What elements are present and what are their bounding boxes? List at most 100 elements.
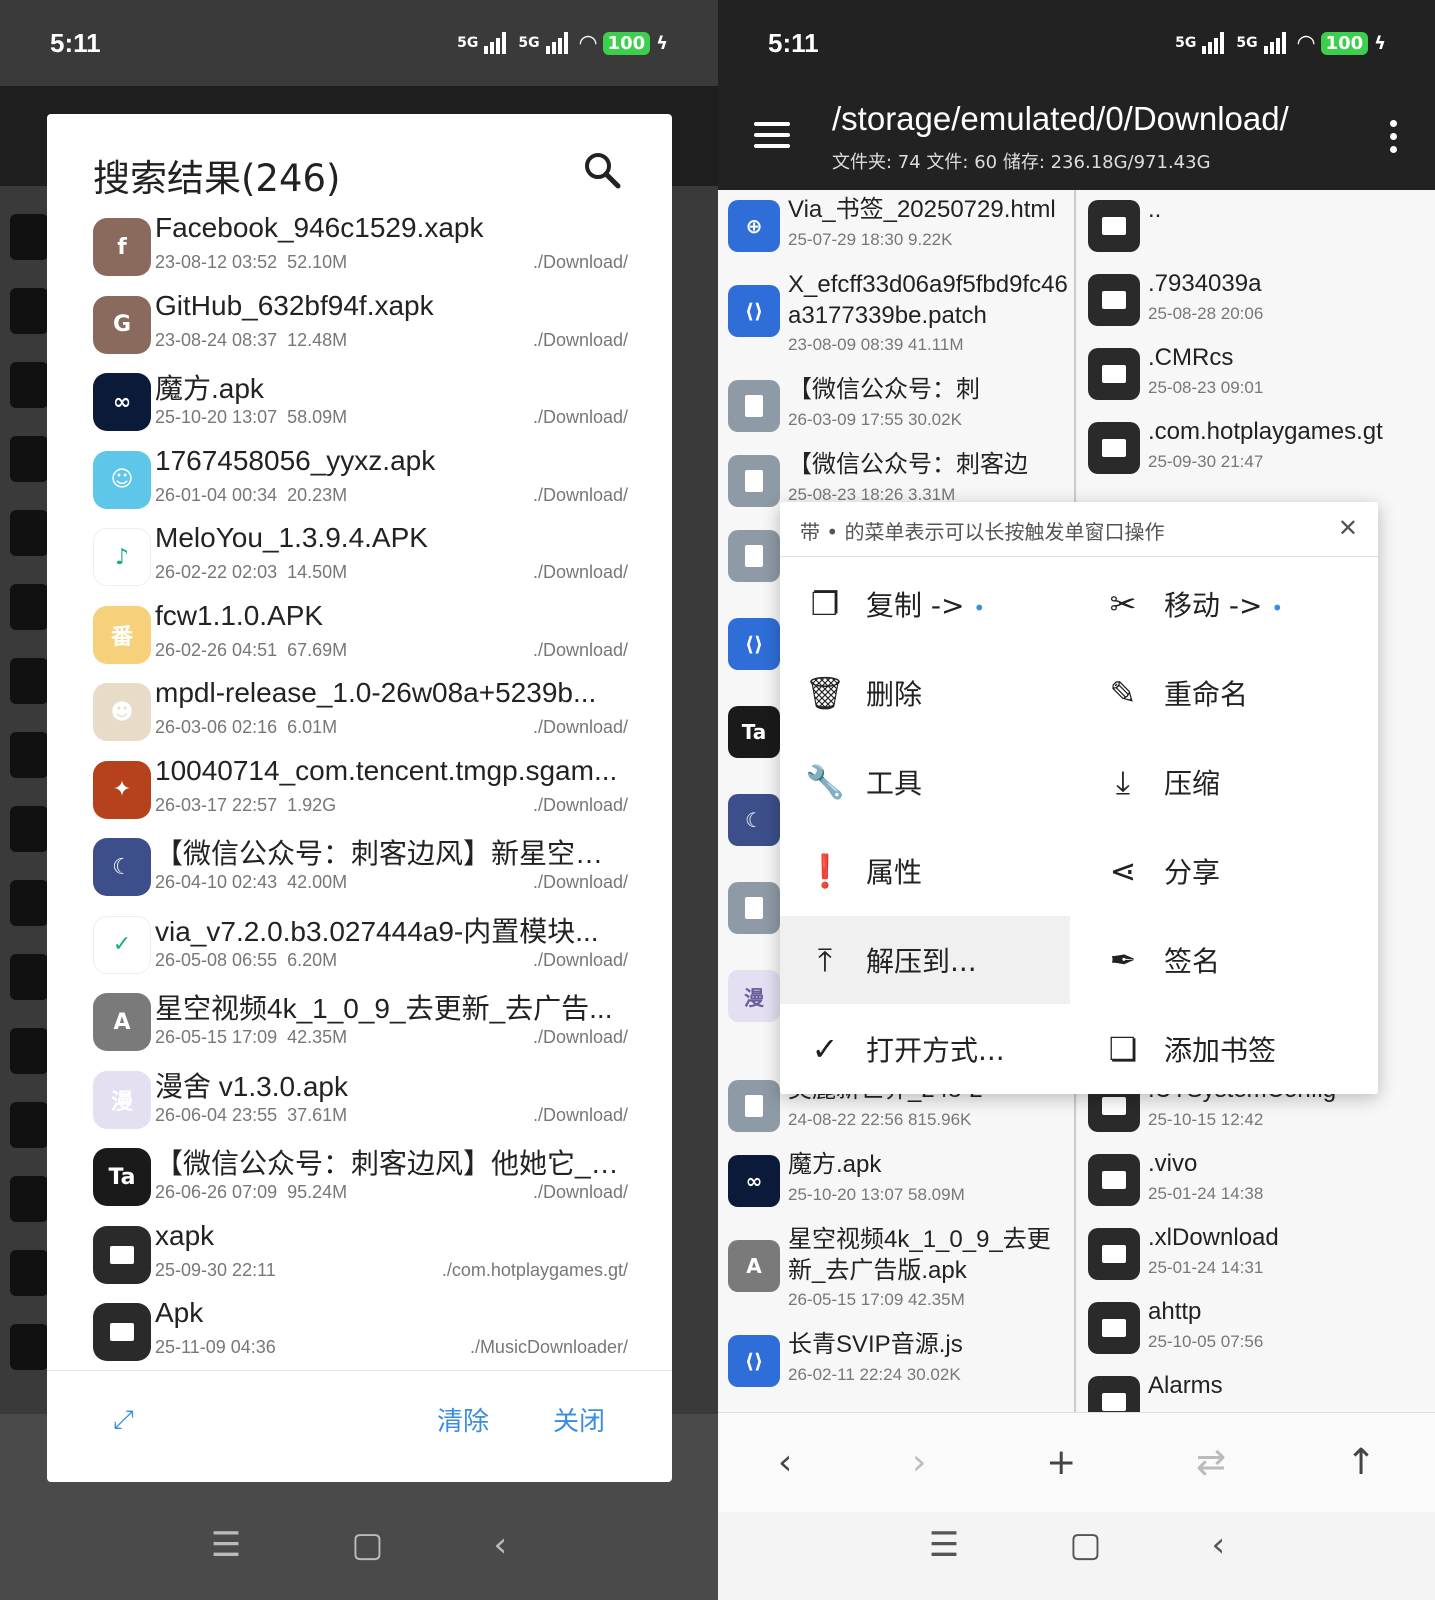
mofang-icon: ∞: [93, 373, 151, 431]
menu-item-copy[interactable]: ❐ 复制 -> •: [780, 560, 1070, 648]
folder-row[interactable]: .com.hotplaygames.gt 25-09-30 21:47: [1078, 412, 1435, 487]
result-meta: 25-10-20 13:07 58.09M: [155, 407, 348, 427]
file-name: 魔方.apk: [788, 1151, 882, 1178]
pencil-icon: ✎: [1109, 674, 1137, 712]
file-row[interactable]: ⊕ Via_书签_20250729.html 25-07-29 18:30 9.22…: [718, 190, 1074, 265]
hamburger-menu-icon[interactable]: [754, 122, 790, 148]
result-item[interactable]: Apk 25-11-09 04:36 ./MusicDownloader/: [47, 1297, 672, 1375]
folder-row[interactable]: .7934039a 25-08-28 20:06: [1078, 264, 1435, 339]
file-row[interactable]: 【微信公众号：刺 26-03-09 17:55 30.02K: [718, 370, 1074, 445]
menu-item-pencil[interactable]: ✎ 重命名: [1078, 649, 1368, 737]
clock: 5:11: [50, 27, 101, 58]
menu-hint: 带 • 的菜单表示可以长按触发单窗口操作: [800, 520, 1165, 544]
document-icon: [728, 882, 780, 934]
result-item[interactable]: A 星空视频4k_1_0_9_去更新_去广告... 26-05-15 17:09 4…: [47, 987, 672, 1065]
back-nav-icon[interactable]: ‹: [1212, 1525, 1226, 1565]
folder-row[interactable]: .vivo 25-01-24 14:38: [1078, 1144, 1435, 1219]
result-item[interactable]: xapk 25-09-30 22:11 ./com.hotplaygames.gt…: [47, 1220, 672, 1298]
result-item[interactable]: ♪ MeloYou_1.3.9.4.APK 26-02-22 02:03 14.50…: [47, 522, 672, 600]
storage-stats: 文件夹: 74 文件: 60 储存: 236.18G/971.43G: [832, 152, 1211, 173]
status-bar-right: 5:11 5G 5G ◠ 100 ϟ: [718, 0, 1435, 86]
menu-item-download-arrow[interactable]: ⤓ 压缩: [1078, 738, 1368, 826]
signal-icon-2: [545, 32, 568, 54]
file-row[interactable]: ⟨⟩ X_efcff33d06a9f5fbd9fc46a3177339be.pat…: [718, 265, 1074, 370]
result-item[interactable]: 漫漫舍 v1.3.0.apk 26-06-04 23:55 37.61M ./Dow…: [47, 1065, 672, 1143]
swap-icon[interactable]: ⇄: [1196, 1442, 1226, 1483]
folder-icon: [1088, 348, 1140, 400]
menu-item-trash[interactable]: 🗑 删除: [780, 649, 1070, 737]
clear-button[interactable]: 清除: [437, 1401, 489, 1438]
home-nav-icon[interactable]: ▢: [1069, 1525, 1101, 1565]
menu-item-bookmark[interactable]: ❏ 添加书签: [1078, 1005, 1368, 1093]
current-path: /storage/emulated/0/Download/: [832, 100, 1289, 137]
back-arrow-icon[interactable]: ‹: [778, 1442, 792, 1483]
trash-icon: 🗑: [804, 674, 846, 712]
menu-nav-icon[interactable]: ☰: [929, 1525, 959, 1565]
result-item[interactable]: ☺ 1767458056_yyxz.apk 26-01-04 00:34 20.23…: [47, 445, 672, 523]
close-icon[interactable]: ✕: [1338, 514, 1358, 542]
result-item[interactable]: G GitHub_632bf94f.xapk 23-08-24 08:37 12.4…: [47, 290, 672, 368]
code-file-icon: ⟨⟩: [728, 1335, 780, 1387]
menu-item-share[interactable]: ⋖ 分享: [1078, 827, 1368, 915]
close-button[interactable]: 关闭: [553, 1401, 605, 1438]
file-row[interactable]: ∞ 魔方.apk 25-10-20 13:07 58.09M: [718, 1145, 1074, 1220]
result-item[interactable]: ✦ 10040714_com.tencent.tmgp.sgam... 26-03-…: [47, 755, 672, 833]
result-item[interactable]: f Facebook_946c1529.xapk 23-08-12 03:52 52…: [47, 212, 672, 290]
more-options-icon[interactable]: [1390, 120, 1398, 159]
add-icon[interactable]: +: [1046, 1442, 1076, 1483]
menu-item-check[interactable]: ✓ 打开方式...: [780, 1005, 1070, 1093]
folder-row[interactable]: ..: [1078, 190, 1435, 265]
forward-arrow-icon[interactable]: ›: [912, 1442, 926, 1483]
menu-item-label: 属性: [866, 856, 923, 889]
signal-icon-2: [1263, 32, 1286, 54]
menu-item-upload-arrow[interactable]: ⤒ 解压到...: [780, 916, 1070, 1004]
manshe-icon: 漫: [93, 1070, 151, 1129]
result-path: ./Download/: [532, 1182, 628, 1202]
file-meta: 25-10-20 13:07 58.09M: [788, 1185, 965, 1204]
menu-item-info[interactable]: ❗ 属性: [780, 827, 1070, 915]
folder-row[interactable]: ahttp 25-10-05 07:56: [1078, 1292, 1435, 1367]
result-name: via_v7.2.0.b3.027444a9-内置模块...: [155, 915, 599, 947]
result-item[interactable]: 番 fcw1.1.0.APK 26-02-26 04:51 67.69M ./Down…: [47, 600, 672, 678]
result-meta: 26-06-04 23:55 37.61M: [155, 1104, 348, 1125]
result-name: 10040714_com.tencent.tmgp.sgam...: [155, 754, 618, 786]
result-meta: 26-03-06 02:16 6.01M: [155, 717, 338, 737]
clock: 5:11: [768, 27, 819, 58]
menu-item-signature[interactable]: ✒ 签名: [1078, 916, 1368, 1004]
result-path: ./Download/: [532, 794, 628, 815]
folder-name: ..: [1148, 196, 1162, 223]
menu-item-scissors[interactable]: ✂ 移动 -> •: [1078, 560, 1368, 648]
right-screen: 5:11 5G 5G ◠ 100 ϟ /storage/emulated/0/D…: [718, 0, 1435, 1600]
menu-item-label: 分享: [1164, 856, 1221, 889]
search-icon[interactable]: [582, 150, 622, 190]
folder-name: Alarms: [1148, 1372, 1223, 1399]
up-arrow-icon[interactable]: ↑: [1346, 1442, 1376, 1483]
result-item[interactable]: Ta 【微信公众号：刺客边风】他她它_1.... 26-06-26 07:09 95…: [47, 1142, 672, 1220]
signal-icon: [484, 32, 507, 54]
result-item[interactable]: ☾ 【微信公众号：刺客边风】新星空动... 26-04-10 02:43 42.00…: [47, 832, 672, 910]
result-item[interactable]: ∞ 魔方.apk 25-10-20 13:07 58.09M ./Download/: [47, 367, 672, 445]
menu-item-wrench[interactable]: 🔧 工具: [780, 738, 1070, 826]
download-arrow-icon: ⤓: [1115, 762, 1131, 801]
home-nav-icon[interactable]: ▢: [351, 1525, 383, 1565]
check-icon: ✓: [811, 1030, 839, 1068]
file-row[interactable]: A 星空视频4k_1_0_9_去更新_去广告版.apk 26-05-15 17:09…: [718, 1220, 1074, 1325]
file-meta: 23-08-09 08:39 41.11M: [788, 335, 964, 354]
left-screen: 5:11 5G 5G ◠ 100 ϟ 搜索结果(246) f Facebook_9…: [0, 0, 718, 1600]
result-path: ./Download/: [532, 252, 628, 272]
expand-icon[interactable]: ⤢: [113, 1405, 134, 1436]
file-name: X_efcff33d06a9f5fbd9fc46a3177339be.patch: [788, 271, 1068, 329]
result-item[interactable]: ✓ via_v7.2.0.b3.027444a9-内置模块... 26-05-08 …: [47, 910, 672, 988]
result-path: ./Download/: [532, 562, 628, 582]
file-row[interactable]: ⟨⟩ 长青SVIP音源.js 26-02-11 22:24 30.02K: [718, 1325, 1074, 1400]
folder-row[interactable]: .CMRcs 25-08-23 09:01: [1078, 338, 1435, 413]
back-nav-icon[interactable]: ‹: [494, 1525, 508, 1565]
folder-row[interactable]: Alarms: [1078, 1366, 1435, 1412]
folder-name: .xlDownload: [1148, 1224, 1279, 1251]
result-meta: 26-04-10 02:43 42.00M: [155, 872, 348, 892]
result-item[interactable]: ☻ mpdl-release_1.0-26w08a+5239b... 26-03-0…: [47, 677, 672, 755]
folder-row[interactable]: .xlDownload 25-01-24 14:31: [1078, 1218, 1435, 1293]
folder-icon: [1088, 200, 1140, 252]
result-meta: 26-05-08 06:55 6.20M: [155, 949, 338, 970]
menu-nav-icon[interactable]: ☰: [211, 1525, 241, 1565]
